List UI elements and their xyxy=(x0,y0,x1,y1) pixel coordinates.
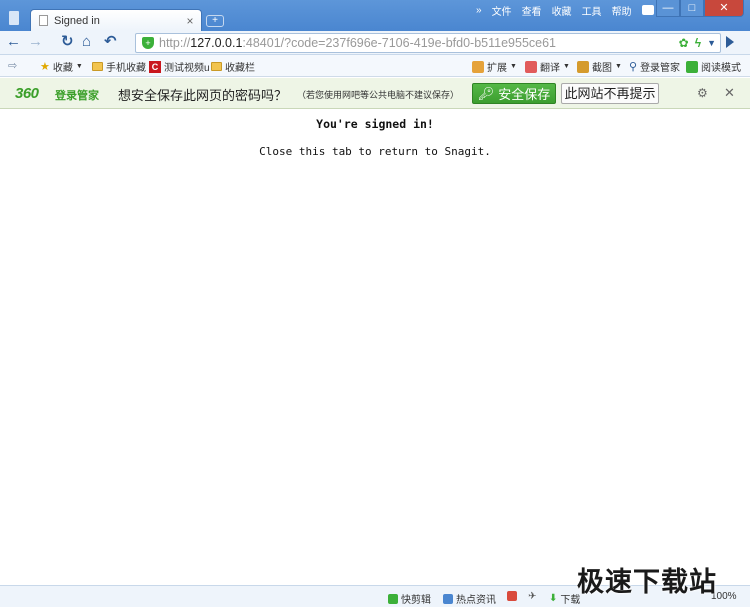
folder-icon xyxy=(92,62,103,71)
bookmark-mobile[interactable]: 手机收藏 xyxy=(92,59,146,74)
page-content: You're signed in! Close this tab to retu… xyxy=(0,110,750,585)
download-arrow-icon: ⬇ xyxy=(549,593,558,604)
compat-mode-icon[interactable]: ✿ xyxy=(679,36,689,50)
tab-signed-in[interactable]: Signed in × xyxy=(30,9,202,31)
browser-menu-icon[interactable] xyxy=(9,11,19,25)
url-rest: :48401/?code=237f696e-7106-419e-bfd0-b51… xyxy=(242,36,557,50)
news-icon xyxy=(443,593,453,604)
title-bar: Signed in × + » 文件 查看 收藏 工具 帮助 — □ ✕ xyxy=(0,0,750,31)
menu-bar: » 文件 查看 收藏 工具 帮助 xyxy=(476,2,654,18)
status-quick-clip[interactable]: 快剪辑 xyxy=(388,591,431,606)
address-bar[interactable]: + http://127.0.0.1:48401/?code=237f696e-… xyxy=(135,33,721,53)
menu-favorites[interactable]: 收藏 xyxy=(552,3,572,18)
bookmarks-bar: ⇨ ★ 收藏 ▼ 手机收藏 C 测试视频u 收藏栏 扩展 ▼ 翻译 ▼ 截图 ▼ ⚲ 登… xyxy=(0,55,750,77)
folder-icon xyxy=(211,62,222,71)
sidebar-toggle-icon[interactable]: ⇨ xyxy=(8,59,17,72)
scissors-icon xyxy=(577,60,589,73)
address-actions: ✿ ϟ ▼ xyxy=(679,35,716,51)
tab-close-icon[interactable]: × xyxy=(183,14,197,28)
watermark-logo: 极速下载站 xyxy=(577,567,717,597)
toolbar-login-manager[interactable]: ⚲ 登录管家 xyxy=(629,59,680,74)
forward-icon[interactable]: → xyxy=(28,33,43,51)
go-icon[interactable] xyxy=(726,36,734,48)
url-text: http://127.0.0.1:48401/?code=237f696e-71… xyxy=(159,36,557,50)
site-c-icon: C xyxy=(149,60,161,73)
status-hot-news[interactable]: 热点资讯 xyxy=(443,591,496,606)
address-dropdown-icon[interactable]: ▼ xyxy=(707,38,716,48)
url-host: 127.0.0.1 xyxy=(190,36,243,50)
menu-more[interactable]: » xyxy=(476,5,482,16)
navigation-bar: ← → ↻ ⌂ ↶ + http://127.0.0.1:48401/?code… xyxy=(0,31,750,55)
refresh-icon[interactable]: ↻ xyxy=(61,33,74,51)
status-medic-icon[interactable] xyxy=(507,591,517,601)
key-icon: 🔑︎ xyxy=(477,85,495,101)
translate-icon xyxy=(525,60,537,73)
extensions-icon xyxy=(472,60,484,73)
star-icon: ★ xyxy=(40,61,50,73)
toolbar-reading-mode[interactable]: 阅读模式 xyxy=(686,59,741,74)
home-icon[interactable]: ⌂ xyxy=(82,33,91,51)
speed-mode-icon[interactable]: ϟ xyxy=(695,36,701,50)
security-shield-icon: + xyxy=(142,37,154,49)
gear-icon[interactable]: ⚙ xyxy=(697,86,708,100)
bookmark-favbar[interactable]: 收藏栏 xyxy=(211,59,255,74)
window-close-button[interactable]: ✕ xyxy=(704,0,744,17)
status-pin-icon[interactable]: ✈ xyxy=(528,591,536,602)
play-icon xyxy=(388,593,398,604)
save-password-question: 想安全保存此网页的密码吗？ xyxy=(118,88,288,103)
bookmark-test-video[interactable]: C 测试视频u xyxy=(149,59,210,74)
maximize-button[interactable]: □ xyxy=(680,0,704,17)
key-search-icon: ⚲ xyxy=(629,61,638,73)
menu-view[interactable]: 查看 xyxy=(522,3,542,18)
logo-login-manager: 登录管家 xyxy=(55,90,99,102)
menu-help[interactable]: 帮助 xyxy=(612,3,632,18)
never-prompt-button[interactable]: 此网站不再提示 xyxy=(561,83,659,104)
toolbar-extensions[interactable]: 扩展 ▼ xyxy=(472,59,517,74)
signed-in-heading: You're signed in! xyxy=(316,117,434,131)
skin-icon[interactable] xyxy=(641,5,654,15)
undo-icon[interactable]: ↶ xyxy=(104,33,117,51)
close-icon[interactable]: ✕ xyxy=(724,85,735,101)
password-save-bar: 360 登录管家 想安全保存此网页的密码吗？ （若您使用网吧等公共电脑不建议保存… xyxy=(0,78,750,109)
window-controls: — □ ✕ xyxy=(656,0,744,17)
book-icon xyxy=(686,60,698,73)
toolbar-translate[interactable]: 翻译 ▼ xyxy=(525,59,570,74)
return-message: Close this tab to return to Snagit. xyxy=(259,145,491,158)
menu-tools[interactable]: 工具 xyxy=(582,3,602,18)
back-icon[interactable]: ← xyxy=(6,33,21,51)
safe-save-button[interactable]: 🔑︎ 安全保存 xyxy=(472,83,556,104)
tab-title: Signed in xyxy=(54,14,100,27)
menu-file[interactable]: 文件 xyxy=(492,3,512,18)
minimize-button[interactable]: — xyxy=(656,0,680,17)
bookmark-favorites[interactable]: ★ 收藏 ▼ xyxy=(40,59,83,74)
toolbar-screenshot[interactable]: 截图 ▼ xyxy=(577,59,622,74)
page-icon xyxy=(39,15,48,26)
status-download[interactable]: ⬇ 下载 xyxy=(549,591,580,606)
logo-360: 360 xyxy=(15,85,39,102)
new-tab-button[interactable]: + xyxy=(206,15,224,27)
public-pc-hint: （若您使用网吧等公共电脑不建议保存） xyxy=(297,90,460,100)
